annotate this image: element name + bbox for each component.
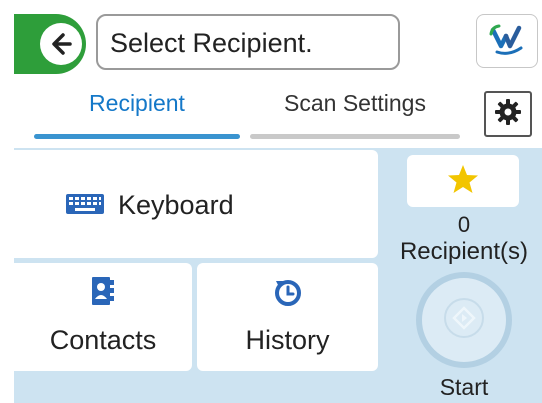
history-label: History — [245, 325, 330, 355]
contacts-button[interactable]: Contacts — [14, 263, 192, 371]
instruction-message: Select Recipient. — [96, 14, 400, 70]
contacts-label: Contacts — [49, 325, 157, 355]
gear-icon — [494, 98, 522, 131]
history-button[interactable]: History — [197, 263, 378, 371]
keyboard-label: Keyboard — [118, 190, 234, 220]
back-button[interactable] — [14, 14, 86, 74]
settings-button[interactable] — [484, 91, 532, 137]
tab-recipient-underline — [34, 134, 240, 139]
keyboard-button[interactable]: Keyboard — [14, 150, 378, 258]
start-button[interactable] — [416, 272, 512, 368]
epson-connect-icon — [487, 22, 527, 61]
favorites-button[interactable] — [407, 155, 519, 207]
recipient-panel: Keyboard Contacts History 0 Recipient(s)… — [14, 148, 542, 403]
back-arrow-icon — [40, 23, 82, 65]
scan-to-email-screen: Select Recipient. Recipient Scan Setting… — [0, 0, 542, 403]
tab-scan-settings[interactable]: Scan Settings — [250, 90, 460, 117]
start-icon — [444, 297, 484, 343]
recipient-count: 0 — [457, 212, 471, 237]
contacts-icon — [92, 277, 114, 310]
start-label: Start — [439, 374, 489, 400]
keyboard-icon — [66, 190, 104, 221]
help-button[interactable] — [476, 14, 538, 68]
star-icon — [447, 164, 479, 199]
history-icon — [273, 277, 303, 312]
recipient-count-label: Recipient(s) — [399, 238, 529, 265]
tab-recipient[interactable]: Recipient — [34, 90, 240, 117]
tab-scan-settings-underline — [250, 134, 460, 139]
